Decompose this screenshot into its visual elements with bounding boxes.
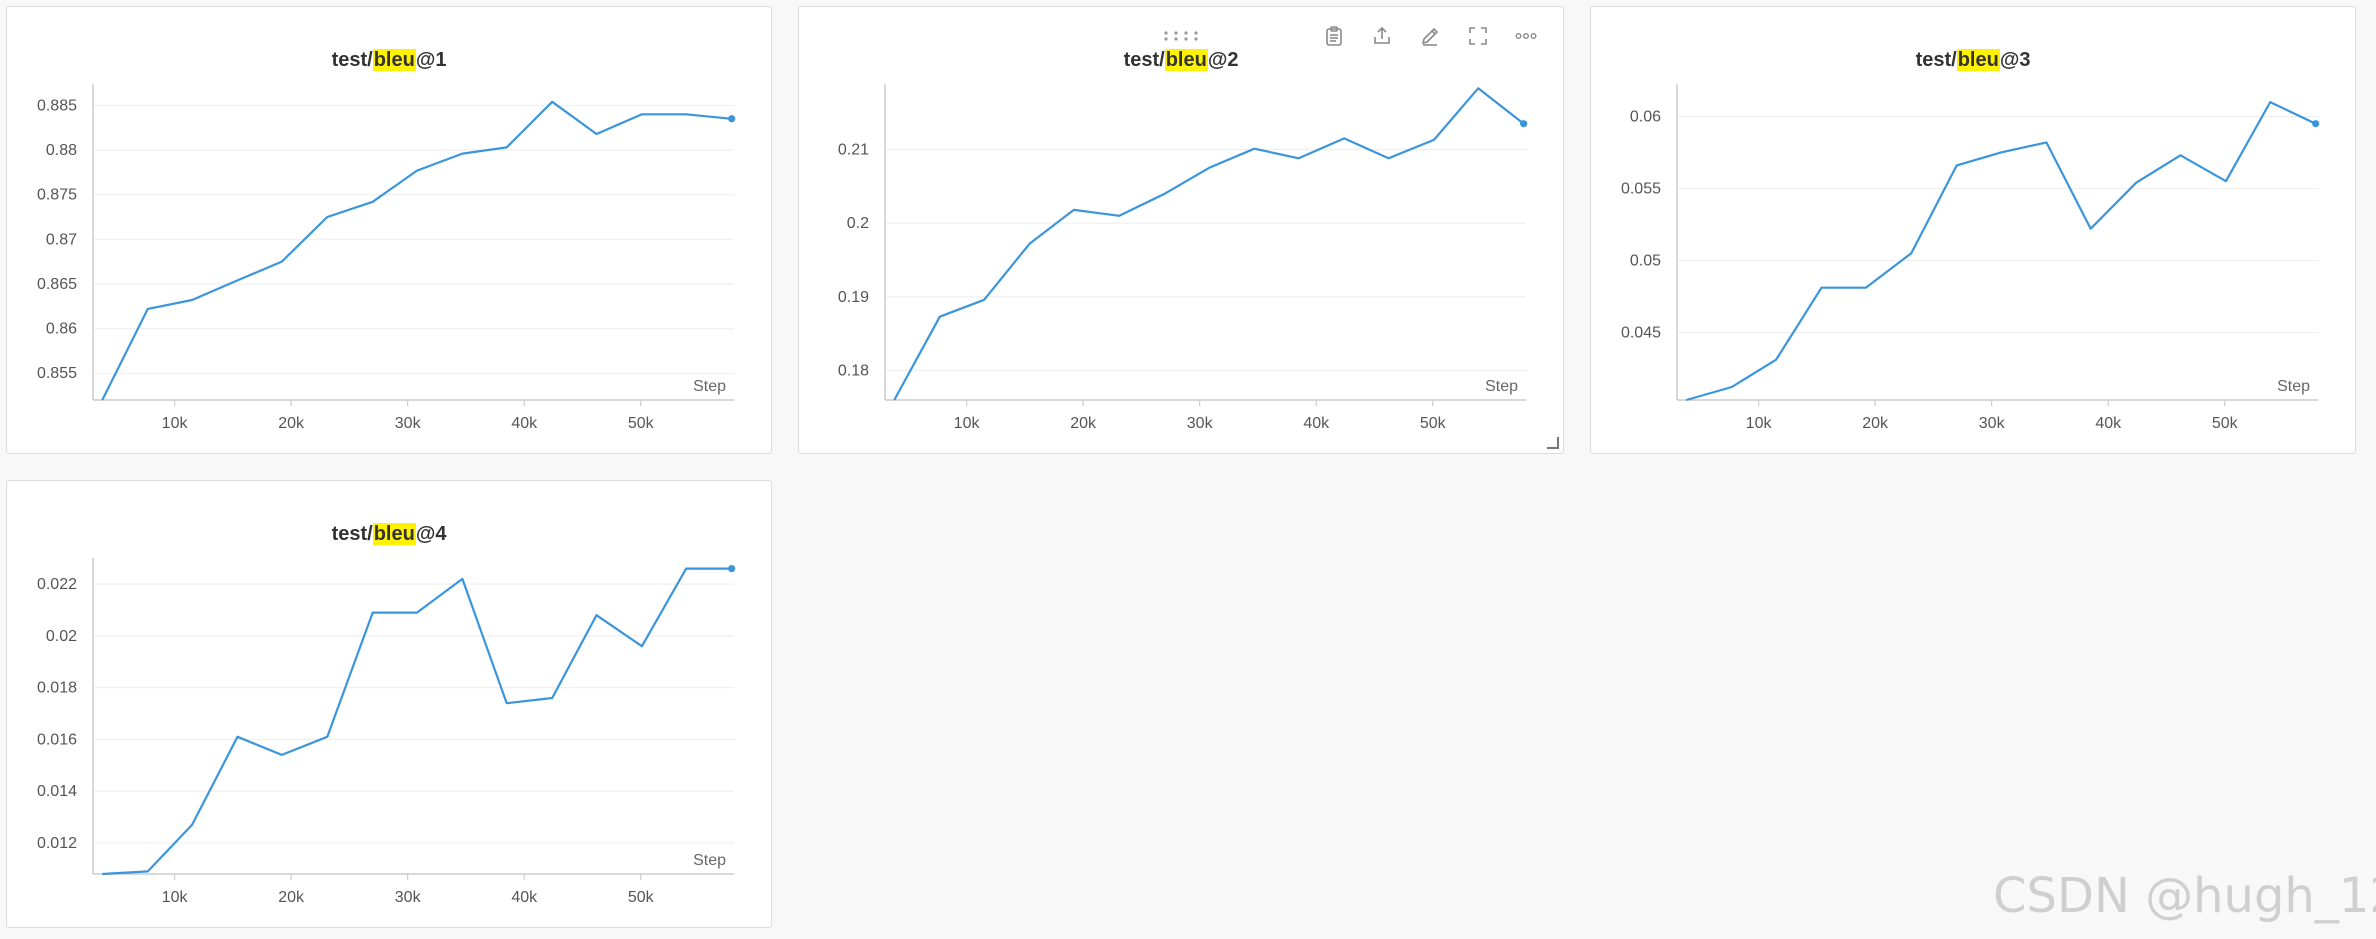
x-axis-label: Step — [693, 852, 726, 869]
x-tick-label: 40k — [1303, 415, 1330, 432]
y-tick-label: 0.2 — [847, 215, 869, 232]
y-tick-label: 0.87 — [46, 231, 77, 248]
y-tick-label: 0.19 — [838, 289, 869, 306]
y-tick-label: 0.05 — [1630, 252, 1661, 269]
y-tick-label: 0.06 — [1630, 108, 1661, 125]
x-tick-label: 30k — [395, 889, 422, 906]
x-tick-label: 40k — [511, 889, 538, 906]
chart-panel-bleu-1[interactable]: test/bleu@1 0.855 0.86 0.865 0.87 0.875 0.88 0… — [6, 6, 772, 454]
line-chart: 0.045 0.05 0.055 0.06 10k 20k 30k 40k 50k Step — [1621, 84, 2320, 432]
y-tick-label: 0.014 — [37, 783, 77, 800]
x-tick-label: 50k — [2212, 415, 2239, 432]
x-tick-label: 10k — [162, 889, 189, 906]
x-tick-label: 40k — [511, 415, 538, 432]
x-tick-label: 20k — [1862, 415, 1889, 432]
y-tick-label: 0.022 — [37, 576, 77, 593]
x-tick-label: 30k — [1979, 415, 2006, 432]
chart-panel-bleu-3[interactable]: test/bleu@3 0.045 0.05 0.055 0.06 10k 20k 30k 4… — [1590, 6, 2356, 454]
series-line — [102, 567, 732, 876]
x-tick-label: 40k — [2095, 415, 2122, 432]
chart-panel-bleu-4[interactable]: test/bleu@4 0.012 0.014 0.016 0.018 0.02 0.02… — [6, 480, 772, 928]
y-tick-label: 0.86 — [46, 321, 77, 338]
y-tick-label: 0.02 — [46, 628, 77, 645]
line-chart: 0.18 0.19 0.2 0.21 10k 20k 30k 40k 50k Step — [838, 84, 1528, 432]
y-tick-label: 0.055 — [1621, 180, 1661, 197]
last-point-marker — [1520, 120, 1528, 128]
resize-handle-icon[interactable] — [1547, 437, 1559, 449]
x-tick-label: 10k — [954, 415, 981, 432]
x-tick-label: 50k — [628, 889, 655, 906]
x-axis-label: Step — [1485, 378, 1518, 395]
x-tick-label: 20k — [278, 889, 305, 906]
watermark: CSDN @hugh_123 — [1993, 868, 2376, 924]
y-tick-label: 0.875 — [37, 187, 77, 204]
last-point-marker — [728, 564, 736, 573]
x-tick-label: 50k — [1420, 415, 1447, 432]
series-line — [1685, 100, 2317, 402]
y-tick-label: 0.865 — [37, 276, 77, 293]
line-chart: 0.012 0.014 0.016 0.018 0.02 0.022 10k 20k 30k 40… — [37, 558, 736, 906]
series-line — [893, 87, 1525, 401]
x-tick-label: 30k — [1187, 415, 1214, 432]
y-tick-label: 0.18 — [838, 363, 869, 380]
y-tick-label: 0.018 — [37, 680, 77, 697]
line-chart: 0.855 0.86 0.865 0.87 0.875 0.88 0.885 10k 20k 30… — [37, 84, 736, 432]
x-tick-label: 10k — [162, 415, 189, 432]
x-tick-label: 20k — [278, 415, 305, 432]
y-tick-label: 0.855 — [37, 365, 77, 382]
y-tick-label: 0.016 — [37, 731, 77, 748]
y-tick-label: 0.885 — [37, 97, 77, 114]
chart-panel-bleu-2[interactable]: test/bleu@2 0.18 0.19 0.2 0.21 10k 20k 30k 40k 5… — [798, 6, 1564, 454]
x-axis-label: Step — [693, 378, 726, 395]
x-tick-label: 20k — [1070, 415, 1097, 432]
x-tick-label: 10k — [1746, 415, 1773, 432]
y-tick-label: 0.012 — [37, 835, 77, 852]
last-point-marker — [728, 115, 736, 123]
y-tick-label: 0.88 — [46, 142, 77, 159]
x-tick-label: 50k — [628, 415, 655, 432]
x-axis-label: Step — [2277, 378, 2310, 395]
x-tick-label: 30k — [395, 415, 422, 432]
y-tick-label: 0.045 — [1621, 324, 1661, 341]
last-point-marker — [2312, 120, 2320, 128]
series-line — [101, 100, 732, 401]
y-tick-label: 0.21 — [838, 141, 869, 158]
